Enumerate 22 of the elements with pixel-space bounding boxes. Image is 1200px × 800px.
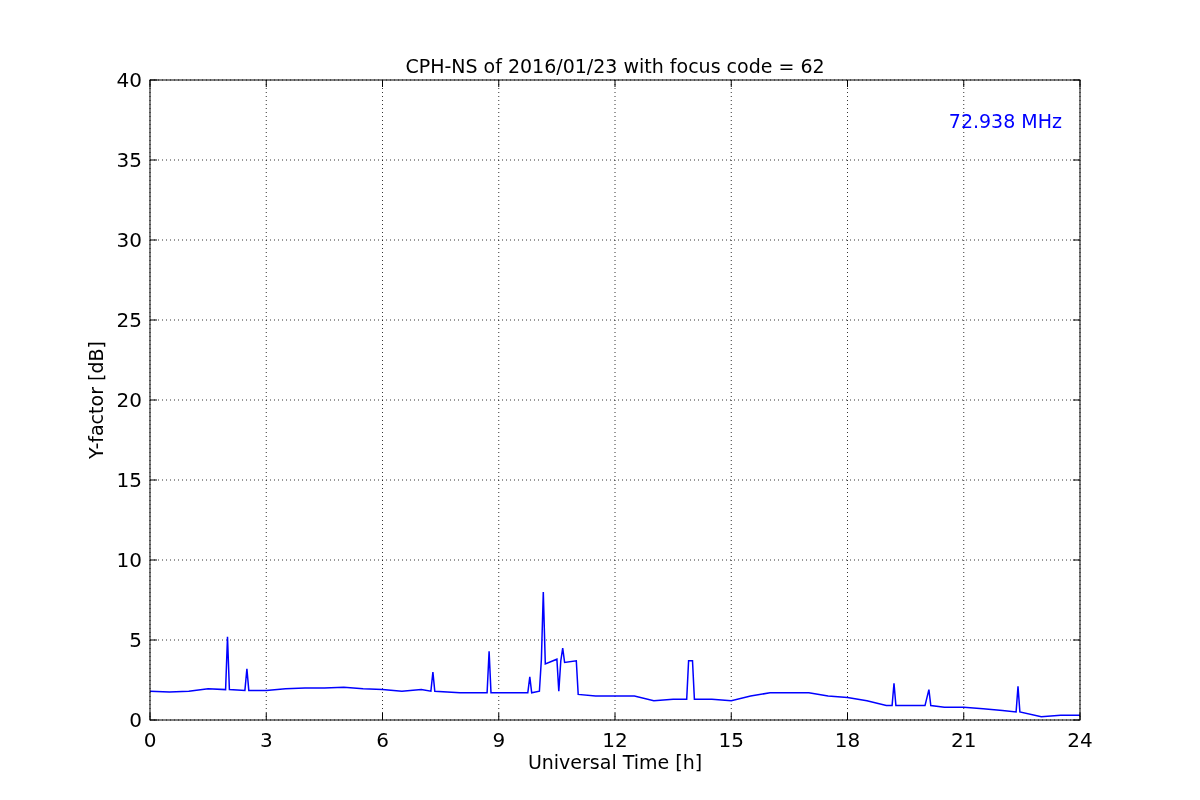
y-tick-label: 5 xyxy=(129,628,142,652)
y-tick-label: 35 xyxy=(116,148,142,172)
x-tick-label: 18 xyxy=(834,728,861,752)
x-tick-label: 9 xyxy=(492,728,506,752)
x-tick-label: 3 xyxy=(259,728,273,752)
x-tick-label: 21 xyxy=(951,728,977,752)
y-tick-label: 40 xyxy=(116,68,142,92)
x-tick-label: 0 xyxy=(143,728,157,752)
x-tick-label: 6 xyxy=(376,728,389,752)
y-tick-label: 15 xyxy=(116,468,142,492)
x-axis-label: Universal Time [h] xyxy=(527,751,703,773)
frequency-label: 72.938 MHz xyxy=(948,110,1062,132)
x-tick-label: 15 xyxy=(718,728,744,752)
x-tick-label: 24 xyxy=(1067,728,1093,752)
y-tick-label: 20 xyxy=(116,388,142,412)
y-tick-label: 30 xyxy=(116,228,142,252)
y-tick-label: 10 xyxy=(116,548,142,572)
y-tick-label: 25 xyxy=(116,308,142,332)
y-tick-label: 0 xyxy=(129,708,142,732)
chart-title: CPH-NS of 2016/01/23 with focus code = 62 xyxy=(405,55,825,77)
x-tick-label: 12 xyxy=(602,728,628,752)
y-axis-label: Y-factor [dB] xyxy=(85,341,107,459)
